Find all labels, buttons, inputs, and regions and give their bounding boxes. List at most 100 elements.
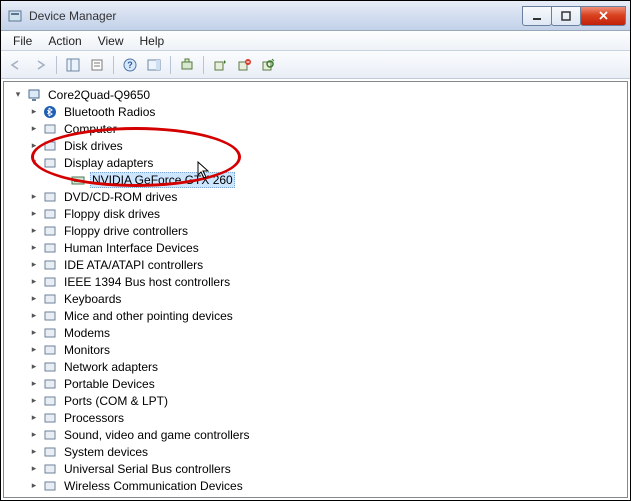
- tree-category[interactable]: ▸Mice and other pointing devices: [6, 307, 625, 324]
- action-pane-button[interactable]: [143, 54, 165, 76]
- tree-twisty[interactable]: ▸: [28, 191, 40, 203]
- close-button[interactable]: [580, 6, 626, 26]
- device-icon: [42, 461, 58, 477]
- device-icon: [42, 155, 58, 171]
- tree-twisty[interactable]: ▸: [28, 480, 40, 492]
- device-icon: [42, 325, 58, 341]
- tree-twisty[interactable]: ▸: [28, 242, 40, 254]
- toolbar-sep: [203, 56, 204, 74]
- tree-pane[interactable]: ▾ Core2Quad-Q9650 ▸Bluetooth Radios ▸Comp…: [3, 81, 628, 498]
- device-icon: [42, 376, 58, 392]
- device-icon: [42, 240, 58, 256]
- tree-twisty[interactable]: ▾: [12, 89, 24, 101]
- tree-label: Floppy disk drives: [62, 206, 162, 222]
- back-button[interactable]: [5, 54, 27, 76]
- app-icon: [7, 8, 23, 24]
- tree-twisty[interactable]: ▸: [28, 208, 40, 220]
- menu-action[interactable]: Action: [40, 32, 89, 50]
- device-icon: [42, 257, 58, 273]
- tree-category[interactable]: ▸Sound, video and game controllers: [6, 426, 625, 443]
- tree-label: Core2Quad-Q9650: [46, 87, 152, 103]
- tree-twisty[interactable]: ▸: [28, 412, 40, 424]
- tree-category[interactable]: ▸ Network adapters: [6, 358, 625, 375]
- tree-label: DVD/CD-ROM drives: [62, 189, 179, 205]
- tree-root[interactable]: ▾ Core2Quad-Q9650: [6, 86, 625, 103]
- tree-twisty[interactable]: ▸: [28, 225, 40, 237]
- tree-label: Keyboards: [62, 291, 123, 307]
- tree-label: IDE ATA/ATAPI controllers: [62, 257, 205, 273]
- tree-category[interactable]: ▸Floppy drive controllers: [6, 222, 625, 239]
- forward-button[interactable]: [29, 54, 51, 76]
- device-icon: [42, 393, 58, 409]
- minimize-button[interactable]: [522, 6, 552, 26]
- tree-category[interactable]: ▸Bluetooth Radios: [6, 103, 625, 120]
- tree-twisty[interactable]: ▸: [28, 140, 40, 152]
- tree-twisty[interactable]: ▸: [28, 259, 40, 271]
- tree-category[interactable]: ▸ Keyboards: [6, 290, 625, 307]
- tree-category[interactable]: ▾ Display adapters: [6, 154, 625, 171]
- tree-label: Network adapters: [62, 359, 160, 375]
- tree-twisty[interactable]: ▸: [28, 463, 40, 475]
- tree-label: Human Interface Devices: [62, 240, 201, 256]
- disable-button[interactable]: [257, 54, 279, 76]
- tree-category[interactable]: ▸ Modems: [6, 324, 625, 341]
- help-button[interactable]: ?: [119, 54, 141, 76]
- tree-category[interactable]: ▸Universal Serial Bus controllers: [6, 460, 625, 477]
- tree-category[interactable]: ▸ Ports (COM & LPT): [6, 392, 625, 409]
- tree-label: Display adapters: [62, 155, 155, 171]
- tree-twisty[interactable]: ▸: [28, 123, 40, 135]
- tree-category[interactable]: ▸Disk drives: [6, 137, 625, 154]
- tree-twisty[interactable]: ▸: [28, 378, 40, 390]
- tree-twisty[interactable]: ▸: [28, 106, 40, 118]
- tree-category[interactable]: ▸Portable Devices: [6, 375, 625, 392]
- tree-twisty[interactable]: ▸: [28, 344, 40, 356]
- tree-twisty[interactable]: ▸: [28, 361, 40, 373]
- tree-category[interactable]: ▸Computer: [6, 120, 625, 137]
- tree-label: NVIDIA GeForce GTX 260: [90, 172, 235, 188]
- tree-twisty[interactable]: ▸: [28, 429, 40, 441]
- menu-file[interactable]: File: [5, 32, 40, 50]
- content-area: ▾ Core2Quad-Q9650 ▸Bluetooth Radios ▸Comp…: [1, 79, 630, 500]
- tree-category[interactable]: ▸ Floppy disk drives: [6, 205, 625, 222]
- maximize-button[interactable]: [551, 6, 581, 26]
- tree-twisty[interactable]: ▾: [28, 157, 40, 169]
- menu-help[interactable]: Help: [132, 32, 173, 50]
- tree-twisty[interactable]: ▸: [28, 310, 40, 322]
- tree-category[interactable]: ▸ DVD/CD-ROM drives: [6, 188, 625, 205]
- device-icon: [42, 206, 58, 222]
- update-driver-button[interactable]: [209, 54, 231, 76]
- menu-view[interactable]: View: [90, 32, 132, 50]
- toolbar: ?: [1, 51, 630, 79]
- properties-button[interactable]: [86, 54, 108, 76]
- show-console-tree-button[interactable]: [62, 54, 84, 76]
- tree-twisty[interactable]: ▸: [28, 293, 40, 305]
- device-icon: [42, 121, 58, 137]
- tree-label: System devices: [62, 444, 150, 460]
- device-icon: [42, 138, 58, 154]
- tree-twisty[interactable]: ▸: [28, 395, 40, 407]
- window-title: Device Manager: [29, 9, 523, 23]
- tree-twisty[interactable]: ▸: [28, 276, 40, 288]
- tree-label: Wireless Communication Devices: [62, 478, 245, 494]
- scan-hardware-button[interactable]: [176, 54, 198, 76]
- tree-category[interactable]: ▸ Human Interface Devices: [6, 239, 625, 256]
- tree-category[interactable]: ▸Monitors: [6, 341, 625, 358]
- toolbar-sep: [113, 56, 114, 74]
- tree-twisty[interactable]: ▸: [28, 327, 40, 339]
- tree-label: Modems: [62, 325, 112, 341]
- device-icon: [42, 410, 58, 426]
- device-icon: [42, 104, 58, 120]
- uninstall-button[interactable]: [233, 54, 255, 76]
- tree-label: Ports (COM & LPT): [62, 393, 170, 409]
- tree-category[interactable]: ▸Processors: [6, 409, 625, 426]
- tree-device-selected[interactable]: NVIDIA GeForce GTX 260: [6, 171, 625, 188]
- tree-twisty[interactable]: ▸: [28, 446, 40, 458]
- tree-category[interactable]: ▸IEEE 1394 Bus host controllers: [6, 273, 625, 290]
- tree-category[interactable]: ▸ IDE ATA/ATAPI controllers: [6, 256, 625, 273]
- tree-category[interactable]: ▸ Wireless Communication Devices: [6, 477, 625, 494]
- titlebar: Device Manager: [1, 1, 630, 31]
- tree-category[interactable]: ▸ System devices: [6, 443, 625, 460]
- device-icon: [42, 359, 58, 375]
- device-icon: [42, 189, 58, 205]
- window-controls: [523, 6, 626, 26]
